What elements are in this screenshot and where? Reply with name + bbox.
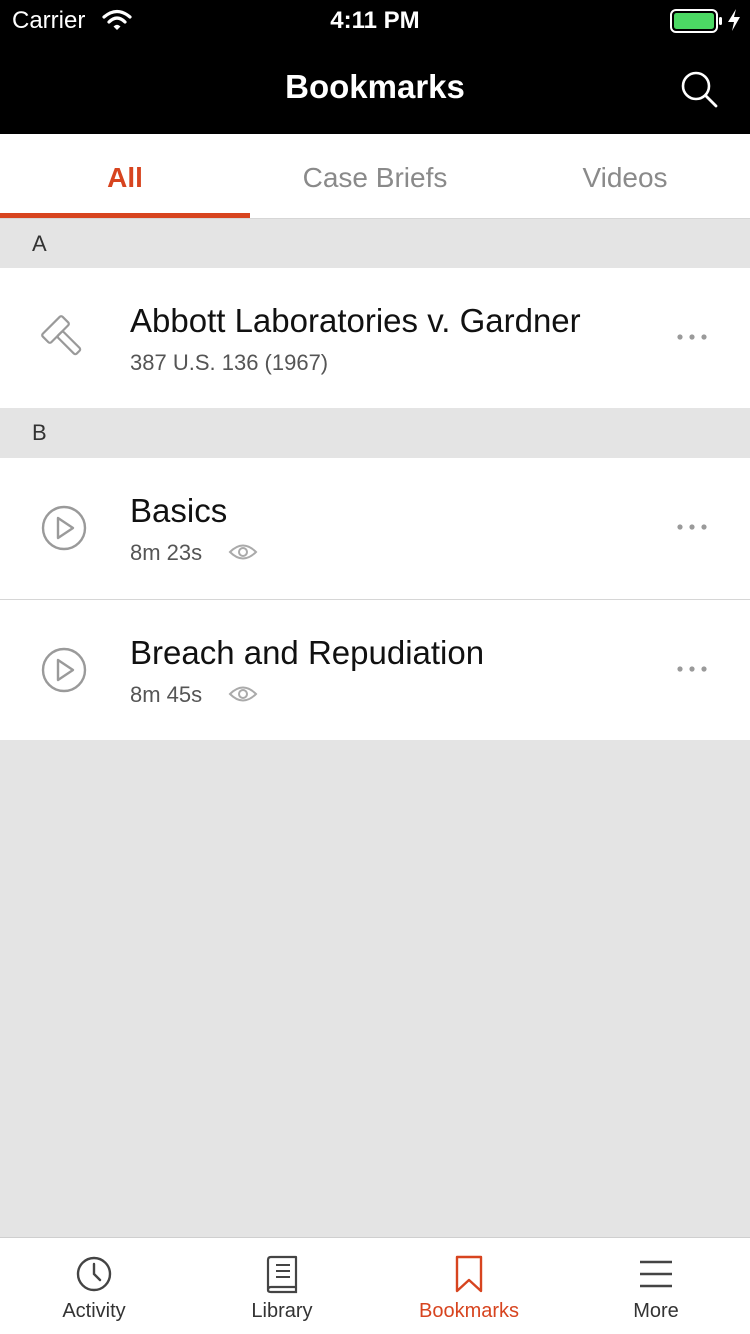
- gavel-icon: [41, 315, 82, 356]
- clock-icon: [76, 1256, 112, 1292]
- tabbar-item-library[interactable]: Library: [188, 1238, 376, 1334]
- list-item[interactable]: Abbott Laboratories v. Gardner 387 U.S. …: [0, 268, 750, 408]
- bottom-tab-bar: Activity Library Bookmarks More: [0, 1237, 750, 1334]
- tabbar-item-activity[interactable]: Activity: [0, 1238, 188, 1334]
- book-icon: [266, 1255, 298, 1294]
- more-options-icon[interactable]: [672, 517, 712, 537]
- tabbar-item-more[interactable]: More: [562, 1238, 750, 1334]
- play-circle-icon: [41, 647, 87, 693]
- section-header-b: B: [0, 408, 750, 457]
- page-title: Bookmarks: [285, 68, 465, 105]
- battery-icon: [670, 9, 722, 33]
- more-options-icon[interactable]: [672, 327, 712, 347]
- top-bar: Carrier 4:11 PM Bookmarks: [0, 0, 750, 134]
- eye-icon: [228, 686, 258, 702]
- tabbar-item-bookmarks[interactable]: Bookmarks: [375, 1238, 563, 1334]
- active-tab-indicator: [0, 213, 250, 218]
- tabbar-label: More: [633, 1300, 679, 1322]
- item-citation: 387 U.S. 136 (1967): [130, 350, 329, 375]
- tabbar-label: Bookmarks: [418, 1300, 520, 1322]
- search-icon[interactable]: [678, 68, 720, 110]
- bookmark-icon: [455, 1255, 483, 1293]
- section-header-a: A: [0, 219, 750, 268]
- eye-icon: [228, 544, 258, 560]
- play-circle-icon: [41, 505, 87, 551]
- more-options-icon[interactable]: [672, 659, 712, 679]
- item-title: Basics: [130, 492, 228, 529]
- filter-tabs: All Case Briefs Videos: [0, 134, 750, 219]
- item-duration: 8m 45s: [130, 682, 203, 707]
- tabbar-label: Activity: [62, 1300, 126, 1322]
- tab-all[interactable]: All: [0, 134, 250, 218]
- item-title: Breach and Repudiation: [130, 634, 485, 671]
- status-time: 4:11 PM: [330, 7, 420, 34]
- list-item[interactable]: Basics 8m 23s: [0, 458, 750, 599]
- tab-videos[interactable]: Videos: [500, 134, 750, 218]
- menu-icon: [640, 1260, 672, 1288]
- charging-bolt-icon: [728, 9, 740, 31]
- item-duration: 8m 23s: [130, 540, 203, 565]
- item-title: Abbott Laboratories v. Gardner: [130, 302, 581, 339]
- list-item[interactable]: Breach and Repudiation 8m 45s: [0, 600, 750, 740]
- tab-case-briefs[interactable]: Case Briefs: [250, 134, 500, 218]
- status-bar: Carrier 4:11 PM: [0, 0, 750, 40]
- tabbar-label: Library: [251, 1300, 313, 1322]
